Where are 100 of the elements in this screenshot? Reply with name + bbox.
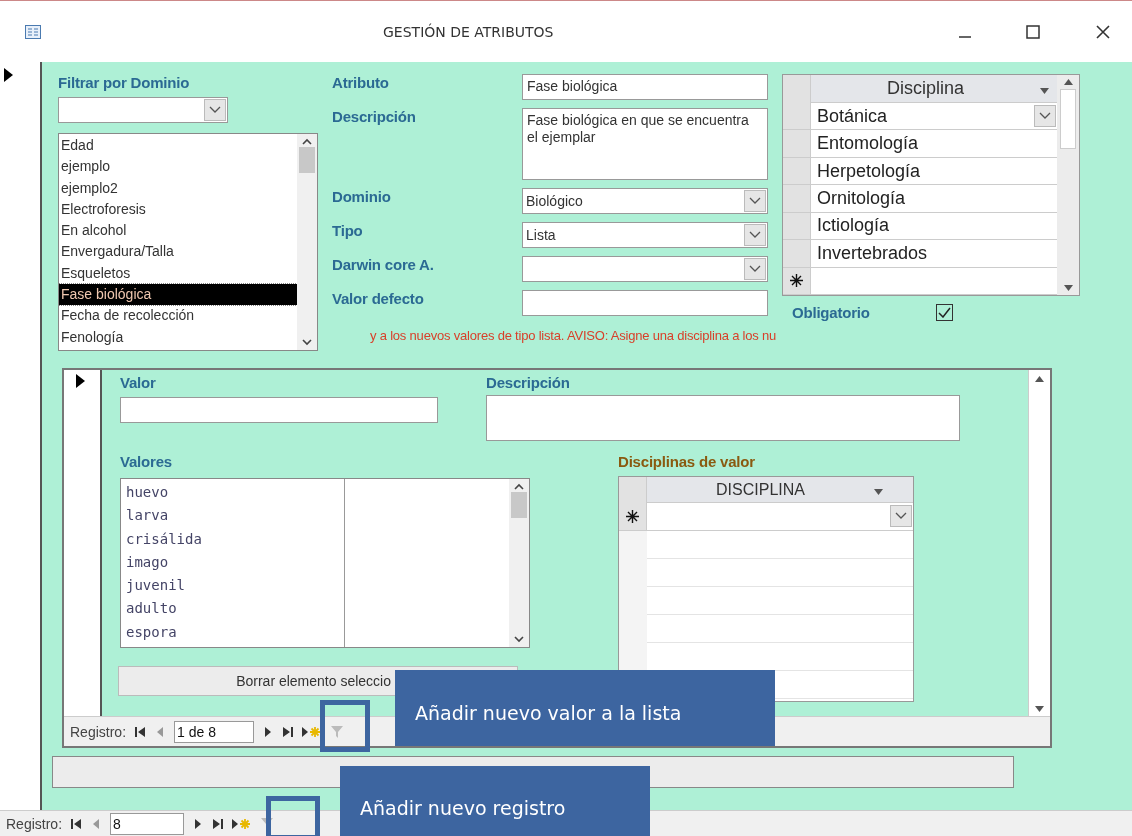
attribute-list[interactable]: Edad ejemplo ejemplo2 Electroforesis En alcohol Envergadura/Talla Esqueletos Fase biológica Fecha de recolección Fenología: [58, 133, 318, 351]
highlight-frame: [266, 796, 320, 836]
scrollbar[interactable]: [1028, 370, 1050, 716]
combo-field[interactable]: [522, 256, 768, 282]
value-field[interactable]: [120, 397, 438, 423]
record-number-field[interactable]: 8: [110, 812, 185, 835]
chevron-down-icon: [749, 265, 761, 273]
last-record-icon[interactable]: [212, 817, 225, 830]
scroll-up-icon: [302, 138, 312, 145]
table-cell[interactable]: Invertebrados: [811, 240, 1057, 267]
close-icon[interactable]: [1096, 24, 1110, 39]
sort-caret-icon: [1040, 88, 1049, 94]
list-item[interactable]: imago: [121, 550, 344, 575]
table-cell[interactable]: Ictiología: [811, 212, 1057, 240]
warning-text: y a los nuevos valores de tipo lista. AVISO: Asigne una disciplina a los nu: [370, 328, 777, 344]
list-item[interactable]: espora: [121, 620, 344, 645]
list-item[interactable]: Edad: [59, 135, 297, 157]
table-cell[interactable]: Ornitología: [811, 185, 1057, 212]
field-label: Tipo: [332, 222, 364, 241]
list-item[interactable]: ejemplo2: [59, 177, 297, 199]
chevron-down-icon: [1039, 112, 1051, 121]
table-cell[interactable]: Botánica: [811, 103, 1057, 130]
dropdown-button[interactable]: [204, 99, 226, 121]
chevron-down-icon: [749, 231, 761, 239]
highlight-frame: [320, 700, 370, 752]
scroll-down-icon: [514, 636, 524, 643]
chevron-down-icon: [749, 197, 761, 205]
record-number-field[interactable]: 1 de 8: [174, 720, 255, 743]
scroll-down-icon: [1035, 706, 1044, 712]
scroll-thumb[interactable]: [511, 492, 527, 518]
list-item[interactable]: Esqueletos: [59, 262, 297, 285]
values-list[interactable]: huevo larva crisálida imago juvenil adulto espora: [120, 478, 530, 648]
text-area[interactable]: Fase biológica en que se encuentra el ejemplar: [522, 108, 768, 180]
field-label: Descripción: [332, 108, 417, 127]
column-header: Disciplina: [886, 78, 965, 99]
first-record-icon[interactable]: [70, 817, 83, 830]
scroll-up-icon: [1035, 376, 1044, 382]
table-cell[interactable]: Entomología: [811, 130, 1057, 157]
combo-field[interactable]: Biológico: [522, 188, 768, 214]
field-label: Dominio: [332, 188, 392, 207]
list-item[interactable]: crisálida: [121, 527, 344, 551]
required-label: Obligatorio: [792, 304, 870, 321]
new-record-icon[interactable]: [232, 817, 253, 830]
scroll-thumb[interactable]: [299, 147, 315, 173]
form-icon: [25, 24, 41, 39]
list-item[interactable]: Fenología: [59, 326, 297, 348]
description-field[interactable]: [486, 395, 960, 441]
list-item[interactable]: juvenil: [121, 574, 344, 598]
column-header: DISCIPLINA: [715, 480, 806, 499]
scroll-up-icon: [1063, 79, 1073, 85]
row-selector[interactable]: [783, 267, 811, 294]
field-label: Atributo: [332, 74, 390, 93]
dropdown-button[interactable]: [890, 505, 912, 528]
scrollbar[interactable]: [297, 134, 317, 350]
list-item[interactable]: Fecha de recolección: [59, 305, 297, 327]
new-row-icon: [626, 509, 639, 523]
record-label: Registro:: [70, 723, 127, 740]
values-label: Valores: [120, 453, 173, 470]
list-item[interactable]: ejemplo: [59, 156, 297, 178]
maximize-icon[interactable]: [1026, 24, 1040, 39]
list-item[interactable]: En alcohol: [59, 220, 297, 242]
current-record-icon: [76, 374, 85, 388]
new-record-icon[interactable]: [302, 725, 323, 738]
value-disciplines-label: Disciplinas de valor: [618, 453, 756, 470]
field-label: Valor defecto: [332, 290, 425, 309]
dropdown-button[interactable]: [744, 224, 766, 246]
list-item[interactable]: huevo: [121, 481, 344, 505]
list-item[interactable]: Envergadura/Talla: [59, 241, 297, 263]
first-record-icon[interactable]: [134, 725, 147, 738]
filter-label: Filtrar por Dominio: [58, 74, 191, 91]
table-cell[interactable]: [811, 267, 1057, 294]
dropdown-button[interactable]: [1034, 105, 1056, 128]
table-cell[interactable]: Herpetología: [811, 157, 1057, 185]
sort-caret-icon: [874, 488, 883, 495]
domain-filter-combo[interactable]: [58, 97, 228, 123]
list-item[interactable]: Fase biológica: [59, 284, 297, 306]
description-label: Descripción: [486, 374, 571, 391]
add-record-tooltip: Añadir nuevo registro: [340, 766, 650, 836]
scrollbar[interactable]: [509, 479, 529, 647]
chevron-down-icon: [895, 512, 907, 521]
new-row-icon: [790, 274, 803, 288]
record-label: Registro:: [6, 815, 63, 832]
window-title: GESTIÓN DE ATRIBUTOS: [383, 23, 554, 40]
list-item[interactable]: larva: [121, 504, 344, 528]
required-checkbox[interactable]: [935, 304, 953, 321]
text-field[interactable]: [522, 290, 768, 316]
scroll-down-icon: [1063, 285, 1073, 291]
row-selector[interactable]: [619, 503, 647, 530]
chevron-down-icon: [209, 106, 221, 114]
scroll-up-icon: [514, 483, 524, 490]
dropdown-button[interactable]: [744, 258, 766, 280]
list-item[interactable]: adulto: [121, 597, 344, 621]
scroll-thumb[interactable]: [1060, 89, 1076, 149]
last-record-icon[interactable]: [282, 725, 295, 738]
scroll-down-icon: [302, 339, 312, 346]
text-field[interactable]: Fase biológica: [522, 74, 768, 100]
value-label: Valor: [120, 374, 157, 391]
dropdown-button[interactable]: [744, 190, 766, 212]
combo-field[interactable]: Lista: [522, 222, 768, 248]
list-item[interactable]: Electroforesis: [59, 198, 297, 221]
